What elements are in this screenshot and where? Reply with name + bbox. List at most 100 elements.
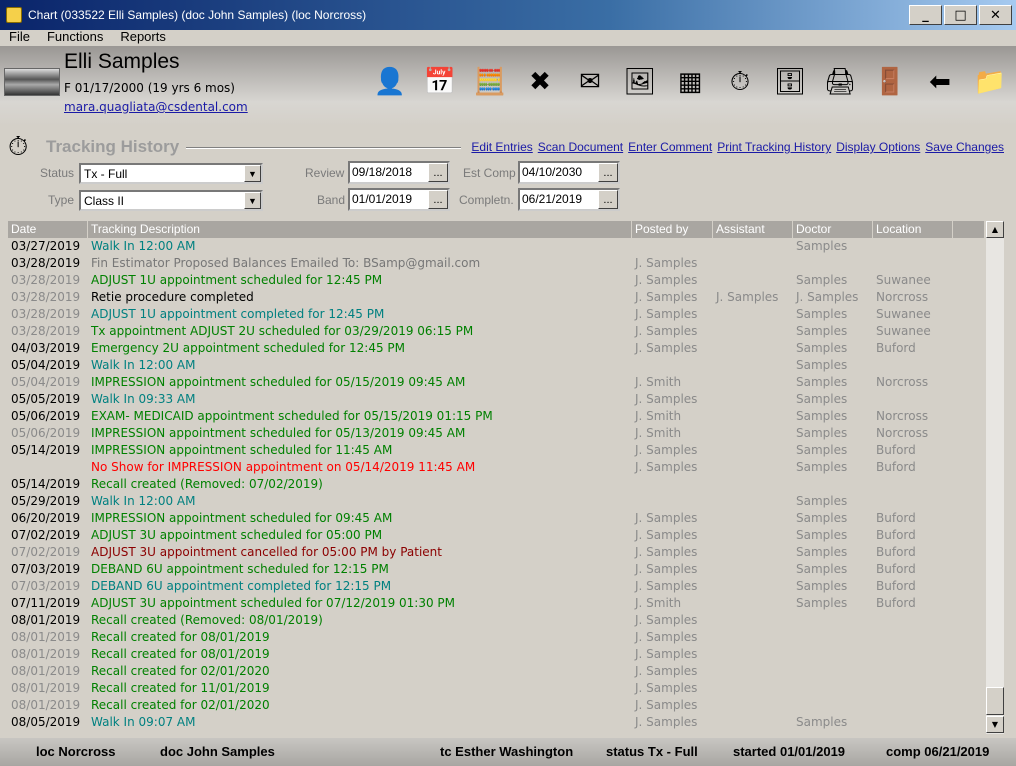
band-date-field[interactable]: 01/01/2019... (348, 188, 450, 211)
row-posted-by: J. Smith (635, 375, 682, 389)
patient-name: Elli Samples (64, 50, 180, 73)
type-select[interactable]: Class II ▼ (79, 190, 263, 211)
row-assistant (713, 357, 793, 374)
table-row[interactable]: No Show for IMPRESSION appointment on 05… (8, 459, 984, 476)
table-row[interactable]: 07/02/2019 ADJUST 3U appointment cancelle… (8, 544, 984, 561)
table-row[interactable]: 05/05/2019 Walk In 09:33 AM J. Samples Samp… (8, 391, 984, 408)
enter-comment-link[interactable]: Enter Comment (628, 140, 712, 154)
row-location: Buford (876, 545, 916, 559)
column-header-location[interactable]: Location (873, 221, 953, 238)
scroll-up-button[interactable]: ▲ (986, 221, 1004, 238)
row-location (873, 357, 953, 374)
table-row[interactable]: 03/28/2019 ADJUST 1U appointment complete… (8, 306, 984, 323)
row-description: Walk In 12:00 AM (91, 358, 196, 372)
table-row[interactable]: 05/04/2019 IMPRESSION appointment schedul… (8, 374, 984, 391)
scroll-down-button[interactable]: ▼ (986, 716, 1004, 733)
image-icon[interactable]: 🖼 (622, 64, 658, 100)
exit-door-icon[interactable]: 🚪 (872, 64, 908, 100)
review-date-field[interactable]: 09/18/2018... (348, 161, 450, 184)
column-header-description[interactable]: Tracking Description (88, 221, 632, 238)
menu-reports[interactable]: Reports (111, 29, 174, 44)
table-row[interactable]: 05/29/2019 Walk In 12:00 AM Samples (8, 493, 984, 510)
status-select[interactable]: Tx - Full ▼ (79, 163, 263, 184)
schedule-icon[interactable]: 📅 (422, 64, 458, 100)
menu-file[interactable]: File (0, 29, 38, 44)
table-row[interactable]: 08/01/2019 Recall created (Removed: 08/01… (8, 612, 984, 629)
completn-date-picker-button[interactable]: ... (598, 190, 618, 209)
row-posted-by: J. Samples (635, 715, 698, 729)
column-header-doctor[interactable]: Doctor (793, 221, 873, 238)
table-row[interactable]: 03/28/2019 Fin Estimator Proposed Balance… (8, 255, 984, 272)
review-date-picker-button[interactable]: ... (428, 163, 448, 182)
table-row[interactable]: 08/01/2019 Recall created for 02/01/2020 J… (8, 663, 984, 680)
patient-info-icon[interactable]: 👤 (372, 64, 408, 100)
table-row[interactable]: 08/01/2019 Recall created for 11/01/2019 J… (8, 680, 984, 697)
row-doctor: Samples (796, 596, 848, 610)
menu-functions[interactable]: Functions (38, 29, 111, 44)
ledger-icon[interactable]: 🧮 (472, 64, 508, 100)
edit-entries-link[interactable]: Edit Entries (471, 140, 532, 154)
band-date-picker-button[interactable]: ... (428, 190, 448, 209)
table-row[interactable]: 05/14/2019 IMPRESSION appointment schedul… (8, 442, 984, 459)
scan-document-link[interactable]: Scan Document (538, 140, 623, 154)
tracking-icon[interactable]: ⏱ (722, 64, 758, 100)
table-row[interactable]: 08/01/2019 Recall created for 02/01/2020 J… (8, 697, 984, 714)
est-comp-date-picker-button[interactable]: ... (598, 163, 618, 182)
maximize-button[interactable]: □ (944, 5, 977, 25)
delete-icon[interactable]: ✖ (522, 64, 558, 100)
xray-icon[interactable]: ▦ (672, 64, 708, 100)
table-row[interactable]: 08/01/2019 Recall created for 08/01/2019 J… (8, 629, 984, 646)
table-row[interactable]: 03/27/2019 Walk In 12:00 AM Samples (8, 238, 984, 255)
table-row[interactable]: 03/28/2019 Retie procedure completed J. Sa… (8, 289, 984, 306)
row-date: 05/04/2019 (11, 375, 81, 389)
grid-header: Date Tracking Description Posted by Assi… (8, 221, 984, 238)
tracking-history-grid: Date Tracking Description Posted by Assi… (8, 221, 1004, 734)
minimize-button[interactable]: _ (909, 5, 942, 25)
row-assistant (713, 442, 793, 459)
mail-icon[interactable]: ✉ (572, 64, 608, 100)
chevron-down-icon[interactable]: ▼ (244, 192, 261, 209)
table-row[interactable]: 07/02/2019 ADJUST 3U appointment schedule… (8, 527, 984, 544)
table-row[interactable]: 05/06/2019 IMPRESSION appointment schedul… (8, 425, 984, 442)
row-description: Recall created (Removed: 08/01/2019) (91, 613, 323, 627)
column-header-assistant[interactable]: Assistant (713, 221, 793, 238)
row-posted-by (632, 357, 713, 374)
column-header-posted-by[interactable]: Posted by (632, 221, 713, 238)
row-location: Norcross (876, 426, 929, 440)
patient-xray-thumbnail[interactable] (4, 68, 60, 96)
database-icon[interactable]: 🗄 (772, 64, 808, 100)
display-options-link[interactable]: Display Options (836, 140, 920, 154)
table-row[interactable]: 05/06/2019 EXAM- MEDICAID appointment sch… (8, 408, 984, 425)
table-row[interactable]: 07/03/2019 DEBAND 6U appointment schedule… (8, 561, 984, 578)
table-row[interactable]: 08/05/2019 Walk In 09:07 AM J. Samples Samp… (8, 714, 984, 731)
row-description: Recall created for 08/01/2019 (91, 630, 270, 644)
back-arrow-icon[interactable]: ⬅ (922, 64, 958, 100)
table-row[interactable]: 03/28/2019 ADJUST 1U appointment schedule… (8, 272, 984, 289)
column-header-date[interactable]: Date (8, 221, 88, 238)
table-row[interactable]: 06/20/2019 IMPRESSION appointment schedul… (8, 510, 984, 527)
scroll-thumb[interactable] (986, 687, 1004, 715)
row-date: 05/06/2019 (11, 409, 81, 423)
table-row[interactable]: 05/14/2019 Recall created (Removed: 07/02… (8, 476, 984, 493)
save-changes-link[interactable]: Save Changes (925, 140, 1004, 154)
table-row[interactable]: 07/03/2019 DEBAND 6U appointment complete… (8, 578, 984, 595)
table-row[interactable]: 08/01/2019 Recall created for 08/01/2019 J… (8, 646, 984, 663)
table-row[interactable]: 04/03/2019 Emergency 2U appointment sched… (8, 340, 984, 357)
folder-info-icon[interactable]: 📁 (972, 64, 1008, 100)
chevron-down-icon[interactable]: ▼ (244, 165, 261, 182)
row-description: ADJUST 3U appointment scheduled for 07/1… (91, 596, 456, 610)
table-row[interactable]: 03/28/2019 Tx appointment ADJUST 2U sched… (8, 323, 984, 340)
patient-email-link[interactable]: mara.quagliata@csdental.com (64, 100, 248, 114)
row-assistant (713, 697, 793, 714)
row-posted-by: J. Samples (635, 681, 698, 695)
column-header-spare (953, 221, 984, 238)
row-doctor: Samples (796, 443, 848, 457)
print-tracking-history-link[interactable]: Print Tracking History (717, 140, 831, 154)
vertical-scrollbar[interactable]: ▲ ▼ (986, 221, 1004, 734)
est-comp-date-field[interactable]: 04/10/2030... (518, 161, 620, 184)
close-button[interactable]: ✕ (979, 5, 1012, 25)
completn-date-field[interactable]: 06/21/2019... (518, 188, 620, 211)
table-row[interactable]: 07/11/2019 ADJUST 3U appointment schedule… (8, 595, 984, 612)
scanner-icon[interactable]: 🖨 (822, 64, 858, 100)
table-row[interactable]: 05/04/2019 Walk In 12:00 AM Samples (8, 357, 984, 374)
